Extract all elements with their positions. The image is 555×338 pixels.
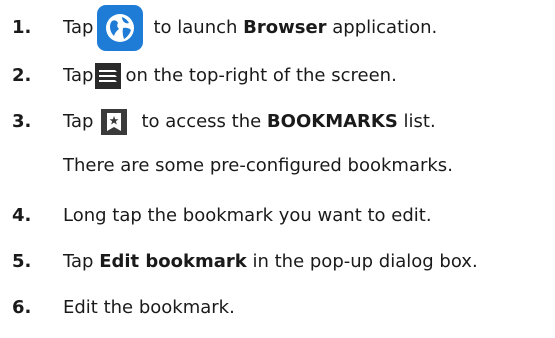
step-text-pre: Tap [63, 251, 100, 272]
step-text: Long tap the bookmark you want to edit. [63, 205, 432, 226]
step-text-post-a: to launch [153, 17, 244, 38]
step-text-post: on the top-right of the screen. [125, 65, 397, 86]
bookmark-star-icon [101, 109, 128, 135]
step-text: Tap Edit bookmark in the pop-up dialog b… [63, 244, 478, 280]
step-number: 6. [12, 297, 32, 318]
menu-icon [95, 63, 122, 89]
globe-icon [97, 5, 144, 51]
step-number: 3. [12, 111, 32, 132]
step-text-bold: Browser [243, 17, 327, 38]
step-number: 5. [12, 251, 32, 272]
step-number: 1. [12, 17, 32, 38]
step-3-note: There are some pre-configured bookmarks. [63, 155, 453, 176]
step-text-post-b: application. [326, 17, 438, 38]
step-text-post-b: list. [397, 111, 436, 132]
step-text: Tap to access the BOOKMARKS list. [63, 104, 436, 140]
step-text-bold: Edit bookmark [99, 251, 247, 272]
step-text-bold: BOOKMARKS [266, 111, 398, 132]
step-number: 2. [12, 65, 32, 86]
step-text: Edit the bookmark. [63, 297, 235, 318]
step-text-pre: Tap [63, 65, 94, 86]
step-number: 4. [12, 205, 32, 226]
step-text-post: in the pop-up dialog box. [246, 251, 478, 272]
step-text: Tap on the top-right of the screen. [63, 58, 397, 94]
step-text-pre: Tap [63, 17, 94, 38]
step-text-post-a: to access the [141, 111, 267, 132]
step-text-pre: Tap [63, 111, 94, 132]
step-text: Tap to launch Browser application. [63, 5, 437, 51]
